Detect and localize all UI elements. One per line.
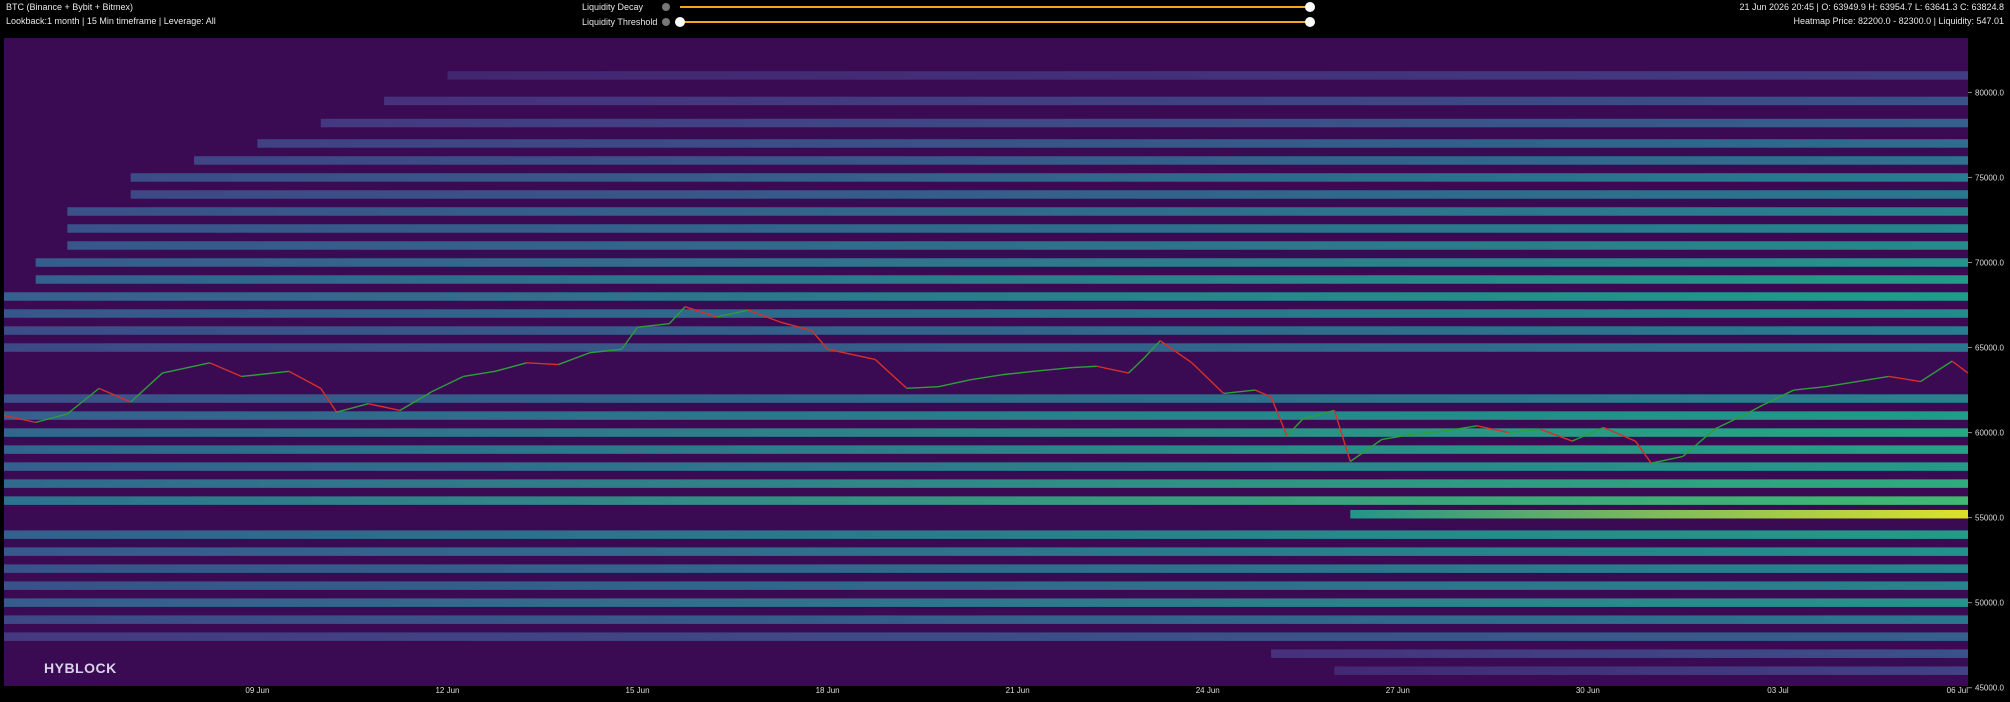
- x-tick-label: 03 Jul: [1767, 686, 1789, 695]
- liquidity-band: [4, 479, 1968, 488]
- y-tick-label: 55000.0: [1975, 514, 2004, 523]
- liquidity-band: [384, 96, 1968, 106]
- liquidity-band: [1334, 666, 1968, 675]
- liquidity-band: [4, 496, 1968, 505]
- x-tick-label: 12 Jun: [435, 686, 459, 695]
- liquidity-band: [4, 428, 1968, 437]
- y-tick-label: 45000.0: [1975, 684, 2004, 693]
- liquidity-band: [257, 139, 1969, 148]
- y-tick-label: 75000.0: [1975, 173, 2004, 182]
- liquidity-band: [4, 530, 1968, 539]
- liquidity-band: [4, 598, 1968, 607]
- liquidity-band: [4, 326, 1968, 335]
- liquidity-band: [4, 343, 1968, 352]
- liquidity-band: [67, 224, 1968, 233]
- y-tick-label: 60000.0: [1975, 429, 2004, 438]
- x-tick-label: 27 Jun: [1386, 686, 1410, 695]
- liquidity-band: [1271, 649, 1968, 658]
- x-tick-label: 09 Jun: [245, 686, 269, 695]
- x-tick-label: 24 Jun: [1196, 686, 1220, 695]
- liquidity-band: [130, 190, 1968, 199]
- x-axis: 09 Jun 12 Jun 15 Jun 18 Jun 21 Jun 24 Jun 27 J…: [245, 686, 1968, 695]
- liquidity-band: [4, 615, 1968, 624]
- y-tick-label: 50000.0: [1975, 599, 2004, 608]
- liquidity-band: [194, 156, 1969, 165]
- liquidity-band: [4, 394, 1968, 403]
- liquidity-band: [320, 118, 1969, 128]
- y-tick-label: 65000.0: [1975, 344, 2004, 353]
- liquidity-band: [4, 309, 1968, 318]
- liquidity-band: [130, 173, 1968, 182]
- liquidity-band: [4, 292, 1968, 301]
- liquidity-band: [67, 241, 1968, 250]
- liquidity-band: [4, 547, 1968, 556]
- y-tick-label: 80000.0: [1975, 88, 2004, 97]
- liquidity-band: [4, 632, 1968, 641]
- liquidity-band: [4, 581, 1968, 590]
- liquidity-band: [67, 207, 1968, 216]
- liquidity-band: [35, 275, 1969, 284]
- x-tick-label: 21 Jun: [1006, 686, 1030, 695]
- liquidity-band: [35, 258, 1969, 267]
- liquidation-heatmap-chart[interactable]: 80000.0 75000.0 70000.0 65000.0 60000.0 55000…: [0, 0, 2010, 702]
- y-axis: 80000.0 75000.0 70000.0 65000.0 60000.0 55000…: [1968, 88, 2004, 693]
- x-tick-label: 30 Jun: [1576, 686, 1600, 695]
- x-tick-label: 18 Jun: [816, 686, 840, 695]
- liquidity-band: [4, 411, 1968, 420]
- x-tick-label: 15 Jun: [626, 686, 650, 695]
- hyblock-logo: HYBLOCK: [44, 660, 117, 676]
- y-tick-label: 70000.0: [1975, 259, 2004, 268]
- liquidity-band: [4, 462, 1968, 471]
- liquidity-band: [447, 71, 1968, 80]
- x-tick-label: 06 Jul: [1947, 686, 1969, 695]
- liquidity-band: [4, 564, 1968, 573]
- liquidity-band: [1350, 509, 1968, 519]
- liquidity-band: [4, 445, 1968, 454]
